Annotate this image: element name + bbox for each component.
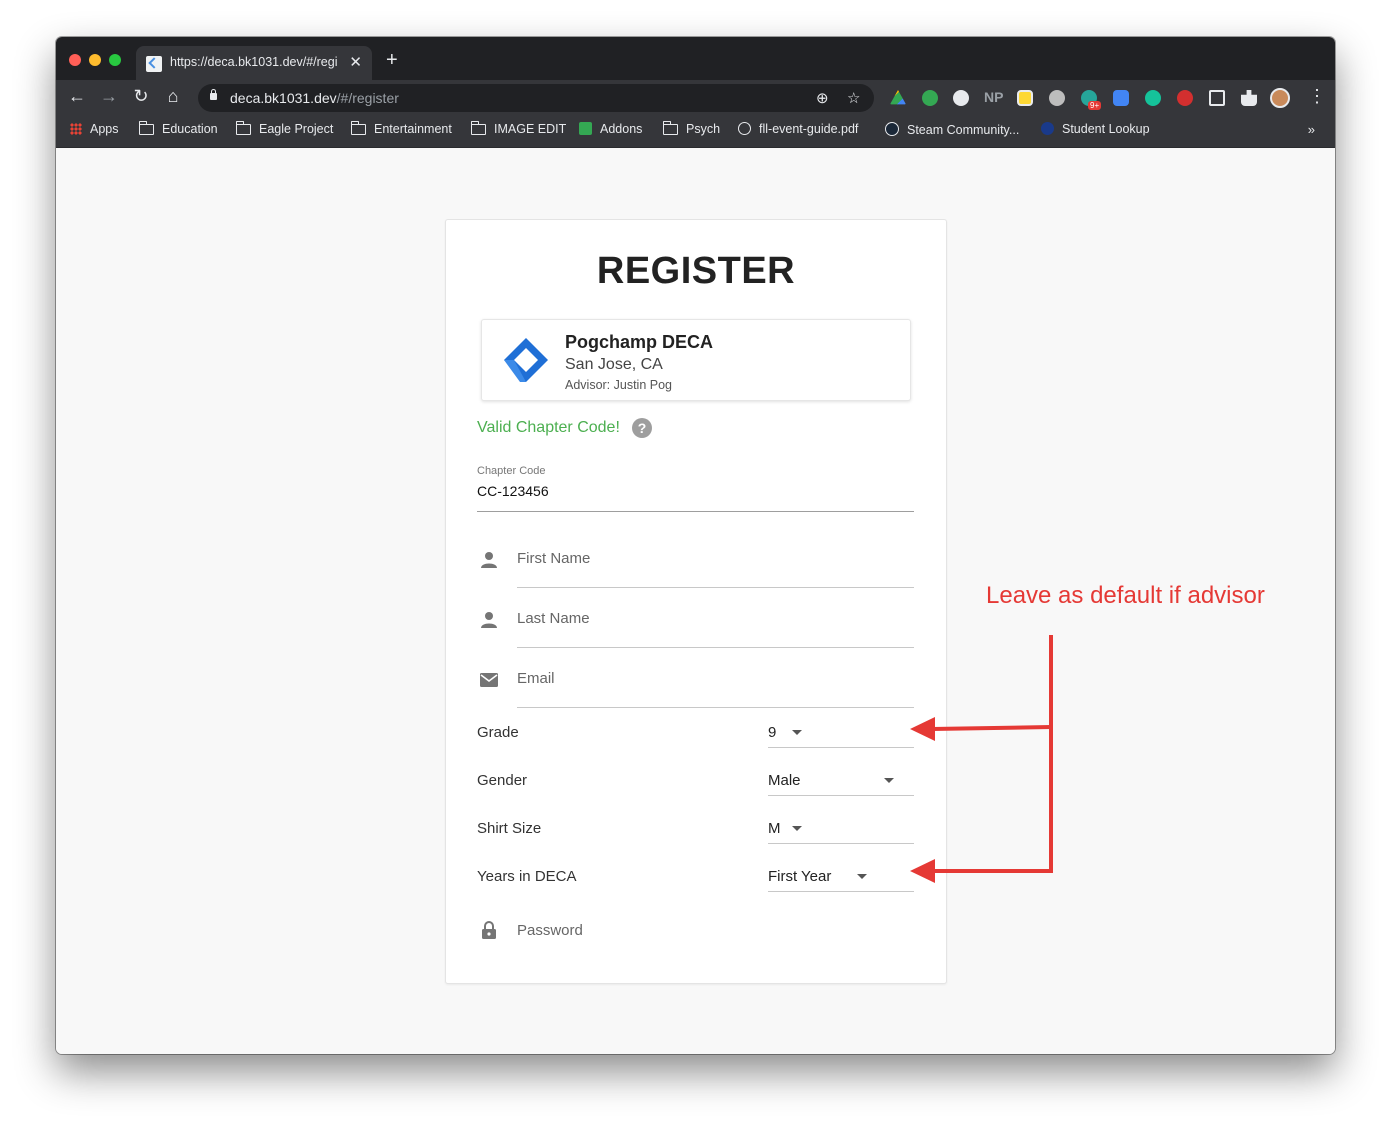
- bookmark-apps[interactable]: Apps: [70, 122, 119, 136]
- register-card: REGISTER Pogchamp DECA San Jose, CA Advi…: [445, 219, 947, 984]
- folder-icon: [662, 121, 678, 135]
- bookmark-education[interactable]: Education: [138, 121, 218, 136]
- grade-label: Grade: [477, 724, 519, 741]
- first-name-input[interactable]: First Name: [517, 550, 590, 567]
- first-name-underline: [517, 587, 914, 588]
- person-icon: [481, 612, 497, 628]
- bookmark-addons[interactable]: Addons: [579, 122, 642, 136]
- address-bar[interactable]: deca.bk1031.dev/#/register ⊕ ☆: [198, 84, 874, 112]
- translate-extension-icon[interactable]: [1113, 90, 1129, 106]
- google-drive-extension-icon[interactable]: [890, 90, 906, 105]
- lock-icon: [210, 89, 217, 100]
- forward-icon[interactable]: →: [98, 86, 120, 107]
- bookmark-star-icon[interactable]: ☆: [847, 89, 860, 107]
- bookmark-psych[interactable]: Psych: [662, 121, 720, 136]
- chapter-location: San Jose, CA: [565, 356, 663, 373]
- bookmarks-bar: Apps Education Eagle Project Entertainme…: [56, 116, 1335, 148]
- gender-select[interactable]: Male: [768, 772, 801, 789]
- openai-extension-icon[interactable]: [1049, 90, 1065, 106]
- chapter-info-card: Pogchamp DECA San Jose, CA Advisor: Just…: [481, 319, 911, 401]
- chapter-name: Pogchamp DECA: [565, 332, 714, 352]
- maximize-window-button[interactable]: [109, 54, 121, 66]
- privacy-extension-icon[interactable]: [953, 90, 969, 106]
- bookmark-steam-community[interactable]: Steam Community...: [885, 122, 1019, 137]
- chevron-down-icon[interactable]: [857, 874, 867, 879]
- hangouts-extension-icon[interactable]: [922, 90, 938, 106]
- annotation-text: Leave as default if advisor: [986, 582, 1265, 609]
- page-title: REGISTER: [596, 250, 796, 292]
- extensions-puzzle-icon[interactable]: [1241, 90, 1257, 106]
- valid-chapter-message: Valid Chapter Code!: [477, 419, 620, 436]
- mail-icon: [480, 673, 498, 687]
- email-input[interactable]: Email: [517, 670, 555, 687]
- gender-label: Gender: [477, 772, 528, 789]
- chevron-down-icon[interactable]: [792, 730, 802, 735]
- folder-icon: [138, 121, 154, 135]
- student-lookup-icon: [1041, 122, 1054, 135]
- bookmark-image-edit[interactable]: IMAGE EDIT: [470, 121, 566, 136]
- tab-close-icon[interactable]: ✕: [349, 53, 362, 71]
- password-input[interactable]: Password: [517, 922, 583, 939]
- url-text[interactable]: deca.bk1031.dev/#/register: [230, 90, 399, 106]
- folder-icon: [235, 121, 251, 135]
- chevron-down-icon[interactable]: [884, 778, 894, 783]
- minimize-window-button[interactable]: [89, 54, 101, 66]
- highlighter-extension-icon[interactable]: [1017, 90, 1033, 106]
- person-icon: [481, 552, 497, 568]
- bookmark-student-lookup[interactable]: Student Lookup: [1041, 122, 1150, 136]
- window-extension-icon[interactable]: [1209, 90, 1225, 106]
- flutter-favicon-icon: [146, 56, 162, 72]
- chapter-code-input[interactable]: CC-123456: [477, 483, 549, 499]
- chevron-down-icon[interactable]: [792, 826, 802, 831]
- years-in-deca-label: Years in DECA: [477, 868, 577, 885]
- install-app-icon[interactable]: ⊕: [816, 89, 829, 107]
- tab-register[interactable]: https://deca.bk1031.dev/#/regi ✕: [136, 46, 372, 80]
- profile-avatar[interactable]: [1270, 88, 1290, 108]
- np-extension-icon[interactable]: NP: [984, 89, 1003, 105]
- steam-icon: [885, 122, 899, 136]
- globe-icon: [738, 122, 751, 135]
- back-icon[interactable]: ←: [66, 86, 88, 107]
- chapter-code-underline: [477, 511, 914, 512]
- folder-icon: [470, 121, 486, 135]
- bookmark-entertainment[interactable]: Entertainment: [350, 121, 452, 136]
- folder-icon: [350, 121, 366, 135]
- apps-grid-icon: [70, 123, 82, 135]
- bookmark-fll-event-guide[interactable]: fll-event-guide.pdf: [738, 122, 858, 136]
- shirt-size-label: Shirt Size: [477, 820, 542, 837]
- browser-window: https://deca.bk1031.dev/#/regi ✕ + ← → ↻…: [56, 37, 1335, 1054]
- last-name-underline: [517, 647, 914, 648]
- reload-icon[interactable]: ↻: [130, 86, 152, 107]
- bookmarks-overflow-icon[interactable]: »: [1308, 122, 1315, 137]
- help-icon[interactable]: ?: [632, 418, 652, 438]
- grade-underline: [768, 747, 914, 748]
- years-in-deca-select[interactable]: First Year: [768, 868, 831, 885]
- chapter-code-label: Chapter Code: [477, 465, 546, 477]
- puzzle-icon: [579, 122, 592, 135]
- new-tab-button[interactable]: +: [386, 49, 398, 72]
- shirt-size-underline: [768, 843, 914, 844]
- grade-select[interactable]: 9: [768, 724, 776, 741]
- browser-toolbar: ← → ↻ ⌂ deca.bk1031.dev/#/register ⊕ ☆ N…: [56, 80, 1335, 116]
- grammarly-extension-icon[interactable]: [1145, 90, 1161, 106]
- tab-title: https://deca.bk1031.dev/#/regi: [170, 55, 338, 69]
- bookmark-eagle-project[interactable]: Eagle Project: [235, 121, 333, 136]
- adblock-extension-icon[interactable]: [1177, 90, 1193, 106]
- last-name-input[interactable]: Last Name: [517, 610, 590, 627]
- extension-badge: 9+: [1088, 101, 1102, 110]
- lock-icon: [482, 921, 496, 939]
- email-underline: [517, 707, 914, 708]
- shirt-size-select[interactable]: M: [768, 820, 781, 837]
- home-icon[interactable]: ⌂: [162, 86, 184, 107]
- tab-strip: https://deca.bk1031.dev/#/regi ✕ +: [56, 37, 1335, 80]
- chapter-advisor: Advisor: Justin Pog: [565, 378, 672, 392]
- deca-logo-icon: [504, 338, 548, 382]
- gender-underline: [768, 795, 914, 796]
- browser-menu-icon[interactable]: ⋮: [1308, 86, 1326, 107]
- years-in-deca-underline: [768, 891, 914, 892]
- close-window-button[interactable]: [69, 54, 81, 66]
